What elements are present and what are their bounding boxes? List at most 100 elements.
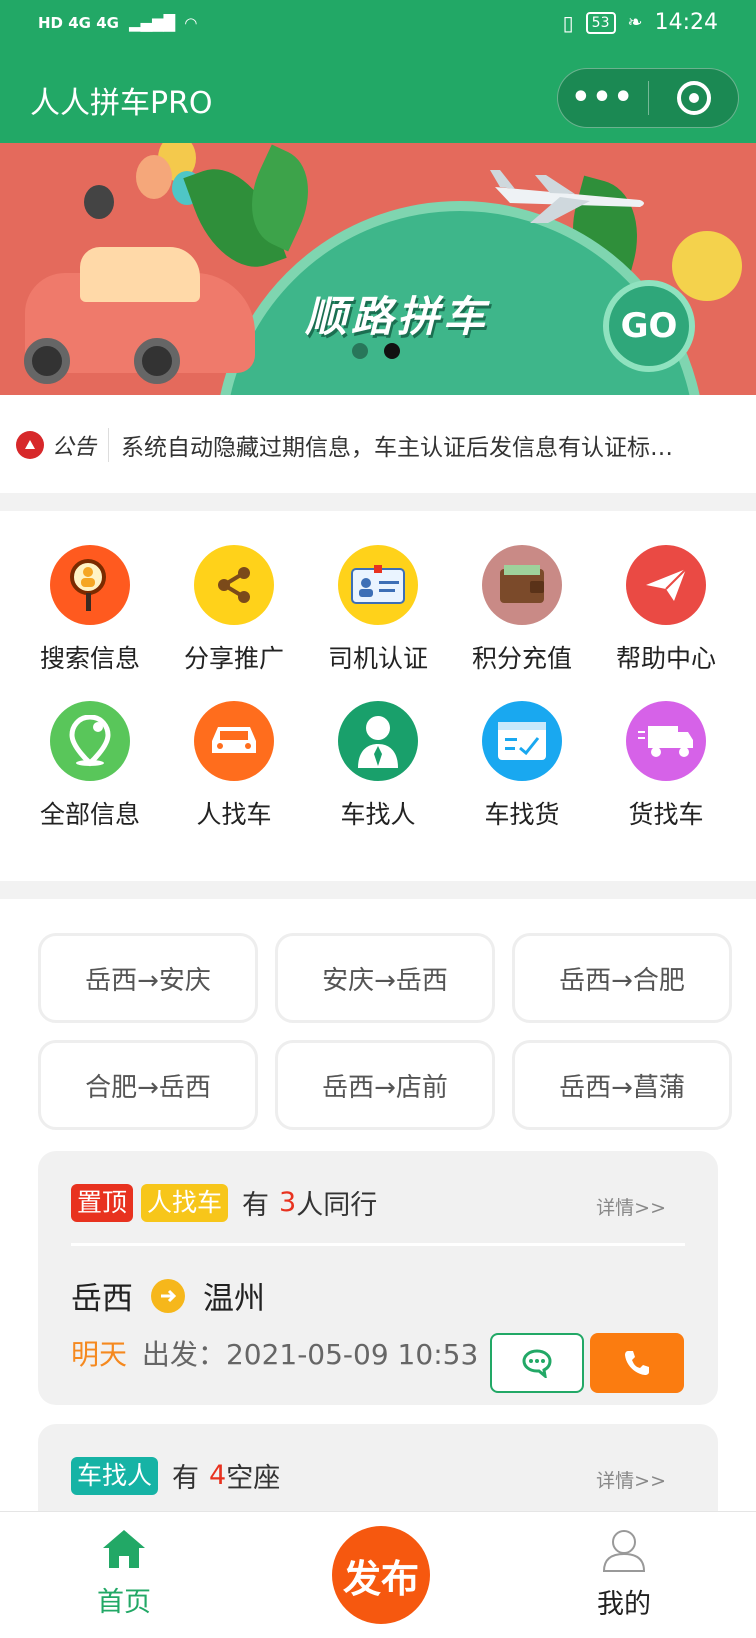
miniprogram-capsule: ••• bbox=[557, 68, 739, 128]
menu-label: 搜索信息 bbox=[39, 644, 140, 673]
menu-label: 分享推广 bbox=[183, 644, 284, 673]
truck-icon bbox=[626, 701, 706, 781]
car-wheel-front bbox=[24, 338, 70, 384]
signal-icon: ▂▄▆█ bbox=[128, 14, 176, 32]
banner-headline: 顺路拼车 bbox=[305, 292, 490, 341]
checklist-icon bbox=[482, 701, 562, 781]
notice-divider bbox=[108, 428, 110, 462]
card-header: 置顶 人找车 有 3 人同行 bbox=[71, 1183, 377, 1222]
status-bar: HD 4G 4G ▂▄▆█ ◠ ▯ 53 ❧ 14:24 bbox=[0, 0, 756, 52]
balloon-dark bbox=[84, 185, 114, 219]
menu-label: 帮助中心 bbox=[615, 644, 716, 673]
departure-info: 明天 出发：2021-05-09 10:53 bbox=[71, 1333, 478, 1373]
departure-time: 2021-05-09 10:53 bbox=[225, 1338, 479, 1371]
wallet-icon bbox=[482, 545, 562, 625]
notice-label: 公告 bbox=[52, 435, 97, 460]
car-wheel-back bbox=[134, 338, 180, 384]
chat-icon bbox=[522, 1349, 552, 1378]
menu-search[interactable]: 搜索信息 bbox=[18, 545, 162, 675]
app-title: 人人拼车PRO bbox=[30, 86, 213, 121]
detail-link[interactable]: 详情>> bbox=[596, 1466, 666, 1493]
location-pin-icon bbox=[50, 701, 130, 781]
menu-all-info[interactable]: 全部信息 bbox=[18, 701, 162, 831]
menu-car-find-cargo[interactable]: 车找货 bbox=[450, 701, 594, 831]
share-icon bbox=[194, 545, 274, 625]
network-indicators: HD 4G 4G ▂▄▆█ ◠ bbox=[38, 14, 197, 32]
pagination-dot-active[interactable] bbox=[384, 343, 400, 359]
count-suffix: 人同行 bbox=[296, 1190, 378, 1221]
menu-recharge[interactable]: 积分充值 bbox=[450, 545, 594, 675]
tab-mine[interactable]: 我的 bbox=[564, 1528, 684, 1621]
arrow-right-icon bbox=[151, 1278, 185, 1313]
section-gap bbox=[0, 493, 756, 511]
menu-label: 司机认证 bbox=[327, 644, 428, 673]
notice-bar[interactable]: 公告 系统自动隐藏过期信息，车主认证后发信息有认证标… bbox=[0, 395, 756, 495]
departure-label: 出发： bbox=[141, 1338, 226, 1371]
menu-driver-auth[interactable]: 司机认证 bbox=[306, 545, 450, 675]
driver-icon bbox=[338, 701, 418, 781]
tab-label: 我的 bbox=[597, 1589, 651, 1620]
home-icon bbox=[103, 1530, 145, 1568]
balloon-right-yellow bbox=[672, 231, 742, 301]
menu-car-find-person[interactable]: 车找人 bbox=[306, 701, 450, 831]
menu-grid: 搜索信息 分享推广 司机认证 积分充值 帮助中心 全部信息 人找车 车找人 车找… bbox=[0, 511, 756, 881]
menu-cargo-find-car[interactable]: 货找车 bbox=[594, 701, 738, 831]
route-chip[interactable]: 岳西→安庆 bbox=[38, 933, 258, 1023]
wifi-icon: ◠ bbox=[185, 14, 197, 32]
top-header: HD 4G 4G ▂▄▆█ ◠ ▯ 53 ❧ 14:24 人人拼车PRO ••• bbox=[0, 0, 756, 143]
departure-day: 明天 bbox=[71, 1338, 128, 1371]
card-header: 车找人 有 4 空座 bbox=[71, 1456, 280, 1495]
seat-count: 4 bbox=[209, 1460, 227, 1491]
notice-text: 系统自动隐藏过期信息，车主认证后发信息有认证标… bbox=[121, 435, 674, 461]
car-icon bbox=[194, 701, 274, 781]
more-button[interactable]: ••• bbox=[558, 83, 648, 113]
leaf-icon: ❧ bbox=[627, 12, 643, 33]
tab-home[interactable]: 首页 bbox=[64, 1528, 184, 1619]
type-tag: 人找车 bbox=[141, 1183, 229, 1222]
call-button[interactable] bbox=[590, 1333, 684, 1393]
destination-city: 温州 bbox=[203, 1281, 265, 1317]
trip-route: 岳西 温州 bbox=[71, 1273, 265, 1318]
chat-button[interactable] bbox=[490, 1333, 584, 1393]
menu-label: 货找车 bbox=[628, 800, 704, 829]
user-icon bbox=[602, 1530, 646, 1572]
route-chip[interactable]: 合肥→岳西 bbox=[38, 1040, 258, 1130]
menu-share[interactable]: 分享推广 bbox=[162, 545, 306, 675]
publish-button[interactable]: 发布 bbox=[332, 1526, 430, 1624]
menu-person-find-car[interactable]: 人找车 bbox=[162, 701, 306, 831]
passenger-count: 3 bbox=[279, 1187, 297, 1218]
route-chip[interactable]: 安庆→岳西 bbox=[275, 933, 495, 1023]
section-gap bbox=[0, 881, 756, 899]
status-right: ▯ 53 ❧ 14:24 bbox=[563, 10, 718, 35]
type-tag: 车找人 bbox=[71, 1456, 159, 1495]
id-card-icon bbox=[338, 545, 418, 625]
close-button[interactable] bbox=[649, 81, 738, 115]
origin-city: 岳西 bbox=[71, 1281, 133, 1317]
pagination-dot[interactable] bbox=[352, 343, 368, 359]
menu-label: 全部信息 bbox=[39, 800, 140, 829]
count-prefix: 有 bbox=[172, 1463, 200, 1494]
network-label: HD 4G 4G bbox=[38, 14, 119, 32]
route-chip[interactable]: 岳西→菖蒲 bbox=[512, 1040, 732, 1130]
banner-pagination bbox=[352, 343, 400, 359]
clock-time: 14:24 bbox=[654, 10, 718, 35]
phone-icon bbox=[625, 1351, 649, 1375]
count-prefix: 有 bbox=[242, 1190, 270, 1221]
promo-banner[interactable]: 顺路拼车 GO bbox=[0, 143, 756, 395]
airplane-icon bbox=[490, 170, 644, 223]
detail-link[interactable]: 详情>> bbox=[596, 1193, 666, 1220]
route-chip[interactable]: 岳西→店前 bbox=[275, 1040, 495, 1130]
go-button[interactable]: GO bbox=[603, 280, 695, 372]
menu-help[interactable]: 帮助中心 bbox=[594, 545, 738, 675]
menu-label: 车找货 bbox=[484, 800, 560, 829]
pinned-tag: 置顶 bbox=[71, 1183, 134, 1222]
menu-label: 积分充值 bbox=[471, 644, 572, 673]
trip-card[interactable]: 置顶 人找车 有 3 人同行 详情>> 岳西 温州 明天 出发：2021-05-… bbox=[38, 1151, 718, 1405]
paper-plane-icon bbox=[626, 545, 706, 625]
route-chip[interactable]: 岳西→合肥 bbox=[512, 933, 732, 1023]
battery-icon: 53 bbox=[585, 11, 616, 34]
menu-label: 车找人 bbox=[340, 800, 416, 829]
card-divider bbox=[71, 1243, 685, 1246]
target-icon bbox=[676, 81, 711, 115]
tab-label: 首页 bbox=[97, 1587, 151, 1618]
